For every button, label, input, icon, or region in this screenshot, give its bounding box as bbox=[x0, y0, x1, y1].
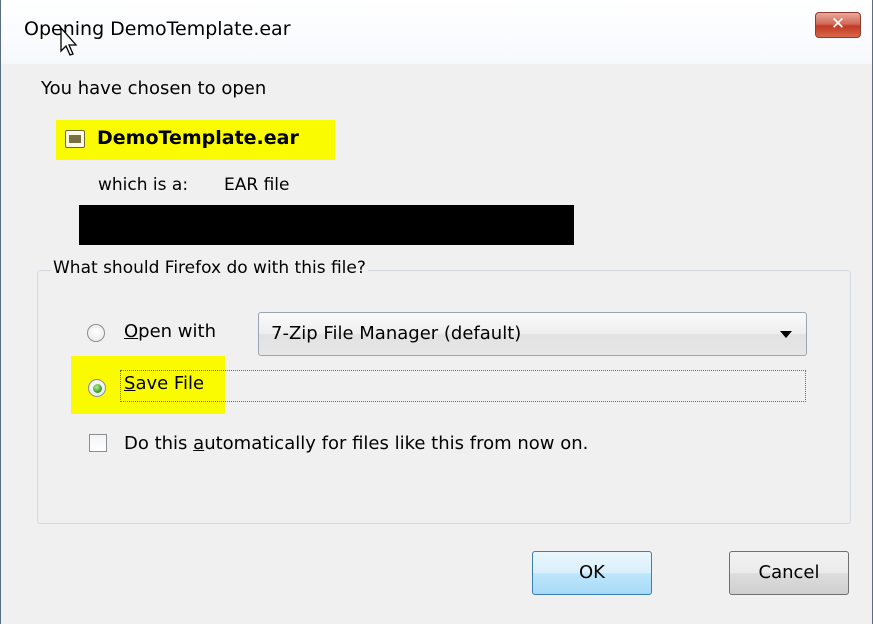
save-file-label-rest: ave File bbox=[135, 373, 205, 394]
open-with-radio[interactable] bbox=[87, 324, 105, 342]
redacted-source-bar bbox=[79, 205, 574, 245]
title-bar[interactable]: Opening DemoTemplate.ear ✕ bbox=[1, 0, 872, 64]
chevron-down-icon[interactable] bbox=[780, 331, 792, 338]
intro-text: You have chosen to open bbox=[41, 78, 267, 99]
save-file-mnemonic: S bbox=[124, 373, 136, 394]
application-select-value: 7-Zip File Manager (default) bbox=[271, 323, 522, 344]
close-icon: ✕ bbox=[830, 14, 846, 34]
auto-action-label-rest: utomatically for files like this from no… bbox=[204, 433, 589, 454]
auto-action-label[interactable]: Do this automatically for files like thi… bbox=[124, 433, 588, 454]
save-file-focus-rect bbox=[120, 370, 806, 402]
ear-file-icon bbox=[65, 130, 85, 148]
auto-action-mnemonic: a bbox=[193, 433, 205, 454]
auto-action-label-pre: Do this bbox=[124, 433, 194, 454]
action-group-legend: What should Firefox do with this file? bbox=[51, 258, 368, 278]
save-file-radio[interactable] bbox=[88, 379, 106, 397]
file-name: DemoTemplate.ear bbox=[97, 127, 299, 149]
file-type-value: EAR file bbox=[224, 175, 290, 195]
radio-selected-dot bbox=[93, 384, 102, 393]
open-with-mnemonic: O bbox=[124, 321, 139, 342]
open-with-label[interactable]: Open with bbox=[124, 321, 216, 342]
save-file-label[interactable]: Save File bbox=[124, 373, 204, 394]
auto-action-checkbox[interactable] bbox=[89, 434, 107, 452]
application-select[interactable]: 7-Zip File Manager (default) bbox=[258, 312, 807, 356]
close-button[interactable]: ✕ bbox=[815, 12, 861, 38]
download-dialog: Opening DemoTemplate.ear ✕ You have chos… bbox=[0, 0, 873, 624]
mouse-pointer-icon bbox=[60, 27, 78, 56]
ok-button[interactable]: OK bbox=[532, 551, 652, 595]
open-with-label-rest: pen with bbox=[138, 321, 216, 342]
cancel-button[interactable]: Cancel bbox=[729, 551, 849, 595]
file-type-label: which is a: bbox=[98, 175, 189, 195]
